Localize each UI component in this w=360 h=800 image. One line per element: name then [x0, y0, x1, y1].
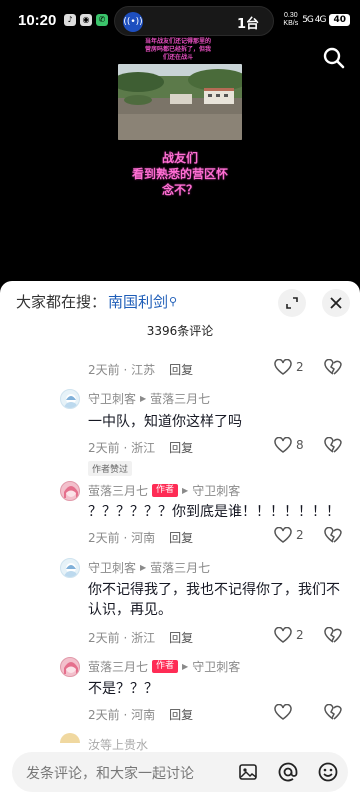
- search-small-icon: ⚲: [169, 295, 178, 308]
- comment-user[interactable]: 守卫刺客: [88, 390, 136, 407]
- hot-search-prefix: 大家都在搜：: [16, 293, 107, 311]
- dislike-button[interactable]: [324, 627, 342, 643]
- expand-icon: [286, 297, 298, 309]
- comment-meta: 2天前 · 河南 回复: [88, 706, 194, 723]
- dislike-button[interactable]: [324, 437, 342, 453]
- status-right: 0.30 KB/s 5G 4G 40: [283, 12, 350, 28]
- comment-text: ？？？？？？你到底是谁！！！！！！！: [88, 504, 340, 520]
- reply-button[interactable]: 回复: [169, 629, 193, 646]
- heart-icon: [274, 627, 292, 643]
- author-tag: 作者: [152, 660, 179, 673]
- like-button[interactable]: 8: [274, 437, 304, 453]
- comment-name-row: 守卫刺客 ▶ 萤落三月七: [88, 390, 210, 407]
- close-button[interactable]: [322, 289, 350, 317]
- comment-user[interactable]: 萤落三月七: [88, 482, 148, 499]
- like-count: 8: [296, 438, 304, 452]
- status-time: 10:20: [18, 12, 57, 29]
- expand-button[interactable]: [278, 289, 306, 317]
- reply-arrow-icon: ▶: [140, 394, 147, 403]
- broken-heart-icon: [324, 437, 342, 453]
- reply-arrow-icon: ▶: [140, 563, 147, 572]
- comment-meta: 2天前 · 浙江 回复: [88, 629, 194, 646]
- at-icon[interactable]: [278, 762, 298, 782]
- comment-meta: 2天前 · 江苏 回复: [88, 361, 194, 378]
- comment-input-placeholder: 发条评论，和大家一起讨论: [26, 766, 194, 782]
- author-liked-badge: 作者赞过: [88, 461, 133, 476]
- broken-heart-icon: [324, 704, 342, 720]
- reply-button[interactable]: 回复: [169, 529, 193, 546]
- emoji-icon[interactable]: [318, 762, 338, 782]
- heart-icon: [274, 359, 292, 375]
- reply-to-user[interactable]: 萤落三月七: [150, 390, 210, 407]
- like-button[interactable]: [274, 704, 292, 720]
- broken-heart-icon: [324, 359, 342, 375]
- tiktok-notification-icon: ♪: [64, 14, 76, 26]
- comment-input[interactable]: 发条评论，和大家一起讨论: [12, 752, 348, 792]
- reply-button[interactable]: 回复: [169, 439, 193, 456]
- close-icon: [330, 297, 342, 309]
- comment-text: 一中队，知道你这样了吗: [88, 414, 242, 430]
- hot-search-link[interactable]: 南国利剑: [108, 291, 168, 312]
- dislike-button[interactable]: [324, 527, 342, 543]
- net-speed: 0.30 KB/s: [283, 12, 299, 27]
- like-count: 2: [296, 528, 304, 542]
- phone-notification-icon: ✆: [96, 14, 108, 26]
- heart-icon: [274, 527, 292, 543]
- video-caption-top: 当年战友们还记得那里的营房吗都已经拆了，但我们还在战斗: [145, 38, 212, 61]
- reply-to-user[interactable]: 守卫刺客: [192, 658, 240, 675]
- heart-icon: [274, 704, 292, 720]
- comment-name-row: 萤落三月七 作者 ▶ 守卫刺客: [88, 658, 240, 675]
- battery-icon: 40: [329, 14, 350, 26]
- reply-arrow-icon: ▶: [182, 486, 189, 495]
- partial-comment-user: 汝等上贵水: [88, 738, 149, 752]
- reply-to-user[interactable]: 萤落三月七: [150, 559, 210, 576]
- comment-count: 3396条评论: [146, 324, 214, 338]
- like-count: 2: [296, 628, 304, 642]
- app-notification-icon: ◉: [80, 14, 92, 26]
- comment-name-row: 守卫刺客 ▶ 萤落三月七: [88, 559, 210, 576]
- author-tag: 作者: [152, 484, 179, 497]
- broken-heart-icon: [324, 527, 342, 543]
- dynamic-island-text: 1台: [236, 17, 259, 32]
- dislike-button[interactable]: [324, 704, 342, 720]
- like-button[interactable]: 2: [274, 359, 304, 375]
- like-button[interactable]: 2: [274, 627, 304, 643]
- broadcast-icon: ((•)): [123, 12, 143, 32]
- dislike-button[interactable]: [324, 359, 342, 375]
- comment-text: 不是？？？: [88, 681, 158, 697]
- hot-search-row: 大家都在搜： 南国利剑 ⚲: [16, 291, 177, 312]
- search-icon[interactable]: [322, 46, 346, 70]
- signal-icon: 5G 4G: [302, 15, 326, 25]
- notification-icons: ♪ ◉ ✆: [64, 14, 108, 26]
- reply-button[interactable]: 回复: [169, 706, 193, 723]
- image-icon[interactable]: [238, 762, 258, 782]
- like-count: 2: [296, 360, 304, 374]
- comment-meta: 2天前 · 浙江 回复: [88, 439, 194, 456]
- heart-icon: [274, 437, 292, 453]
- comment-sheet: 大家都在搜： 南国利剑 ⚲ 3396条评论 2天前 · 江苏 回复 2 守卫刺客…: [0, 281, 360, 800]
- avatar[interactable]: [60, 389, 80, 409]
- avatar[interactable]: [60, 657, 80, 677]
- comment-meta: 2天前 · 河南 回复: [88, 529, 194, 546]
- reply-arrow-icon: ▶: [182, 662, 189, 671]
- comment-name-row: 萤落三月七 作者 ▶ 守卫刺客: [88, 482, 240, 499]
- comment-user[interactable]: 守卫刺客: [88, 559, 136, 576]
- comment-user[interactable]: 萤落三月七: [88, 658, 148, 675]
- avatar[interactable]: [60, 558, 80, 578]
- comment-text: 你不记得我了，我也不记得你了，我们不认识，再见。: [88, 582, 340, 618]
- like-button[interactable]: 2: [274, 527, 304, 543]
- video-title: 战友们 看到熟悉的营区怀 念不？: [131, 151, 228, 197]
- dynamic-island[interactable]: ((•)) 1台: [114, 6, 274, 36]
- video-photo[interactable]: [118, 64, 242, 140]
- broken-heart-icon: [324, 627, 342, 643]
- reply-to-user[interactable]: 守卫刺客: [192, 482, 240, 499]
- avatar[interactable]: [60, 481, 80, 501]
- reply-button[interactable]: 回复: [169, 361, 193, 378]
